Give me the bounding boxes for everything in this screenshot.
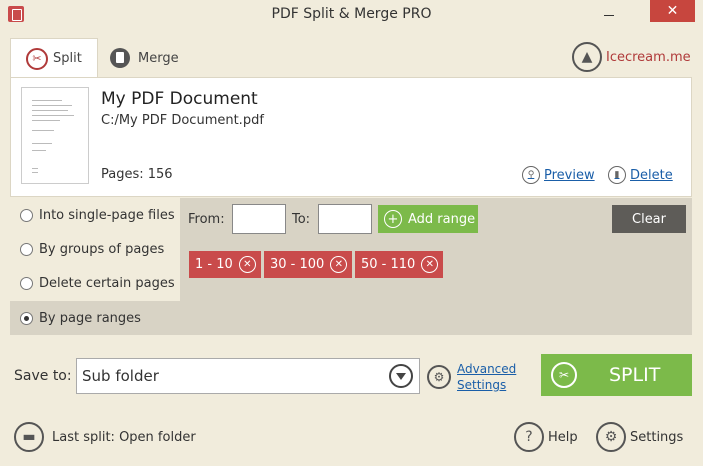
preview-button[interactable]: ⚲ Preview [522,166,595,184]
add-range-label: Add range [408,211,476,227]
save-to-select[interactable]: Sub folder [76,358,420,394]
range-chip: 30 - 100 ✕ [264,251,353,278]
brand-link[interactable]: ▲ Icecream.me [572,42,691,72]
document-panel: My PDF Document C:/My PDF Document.pdf P… [10,77,692,197]
add-range-button[interactable]: + Add range [378,205,478,233]
document-thumbnail [21,87,89,184]
last-split-button[interactable]: ▬ Last split: Open folder [14,422,196,452]
from-label: From: [188,212,225,227]
option-label: By groups of pages [39,241,165,257]
range-chip-label: 50 - 110 [361,257,416,272]
document-pages: Pages: 156 [101,167,173,182]
icecream-logo-icon: ▲ [572,42,602,72]
option-delete-pages[interactable]: Delete certain pages [10,266,180,300]
option-label: Delete certain pages [39,275,175,291]
option-single-page[interactable]: Into single-page files [10,198,180,232]
radio-page-ranges[interactable] [20,311,33,325]
split-mode-options: Into single-page files By groups of page… [10,198,180,335]
remove-range-icon[interactable]: ✕ [421,256,439,273]
range-chip-label: 1 - 10 [195,257,233,272]
help-label: Help [548,429,578,445]
split-button-label: SPLIT [609,364,661,386]
settings-label: Settings [630,429,684,445]
range-chip: 50 - 110 ✕ [355,251,444,278]
to-label: To: [292,212,311,227]
advanced-settings-line2: Settings [457,378,507,392]
radio-single-page[interactable] [20,208,33,222]
close-button[interactable]: ✕ [650,0,695,22]
option-page-ranges[interactable]: By page ranges [10,301,180,335]
last-split-label: Last split: Open folder [52,429,196,445]
brand-text: Icecream.me [606,49,691,65]
option-groups[interactable]: By groups of pages [10,232,180,266]
tab-split[interactable]: ✂ Split [10,38,98,78]
folder-icon: ▬ [14,422,44,452]
page-ranges-panel: From: To: + Add range Clear 1 - 10 ✕ 30 … [180,198,692,335]
save-to-value: Sub folder [82,367,159,385]
gear-icon: ⚙ [596,422,626,452]
help-button[interactable]: ? Help [514,422,578,452]
to-input[interactable] [318,204,372,234]
from-input[interactable] [232,204,286,234]
split-button[interactable]: ✂ SPLIT [541,354,692,396]
save-to-label: Save to: [14,368,72,384]
remove-range-icon[interactable]: ✕ [330,256,348,273]
chevron-down-icon[interactable] [389,364,413,388]
advanced-settings-link[interactable]: Advanced Settings [457,361,527,393]
trash-icon: ▮ [608,166,626,184]
magnifier-icon: ⚲ [522,166,540,184]
radio-groups[interactable] [20,242,33,256]
clear-button[interactable]: Clear [612,205,686,233]
document-path: C:/My PDF Document.pdf [101,113,264,128]
minimize-button[interactable] [596,4,622,24]
tab-split-label: Split [53,51,82,66]
scissors-icon: ✂ [551,362,577,388]
merge-document-icon [110,48,130,68]
advanced-settings-line1: Advanced [457,362,517,376]
preview-label: Preview [544,167,595,183]
tab-merge[interactable]: Merge [110,38,200,78]
option-label: Into single-page files [39,207,175,223]
radio-delete-pages[interactable] [20,276,33,290]
settings-button[interactable]: ⚙ Settings [596,422,683,452]
range-chip: 1 - 10 ✕ [189,251,261,278]
help-icon: ? [514,422,544,452]
tab-merge-label: Merge [138,50,179,66]
remove-range-icon[interactable]: ✕ [238,256,256,273]
range-chip-label: 30 - 100 [270,257,325,272]
delete-label: Delete [630,167,673,183]
option-label: By page ranges [39,310,141,326]
gear-icon[interactable]: ⚙ [427,365,451,389]
plus-icon: + [384,210,402,228]
document-name: My PDF Document [101,89,258,109]
delete-button[interactable]: ▮ Delete [608,166,673,184]
scissors-icon: ✂ [26,47,48,70]
